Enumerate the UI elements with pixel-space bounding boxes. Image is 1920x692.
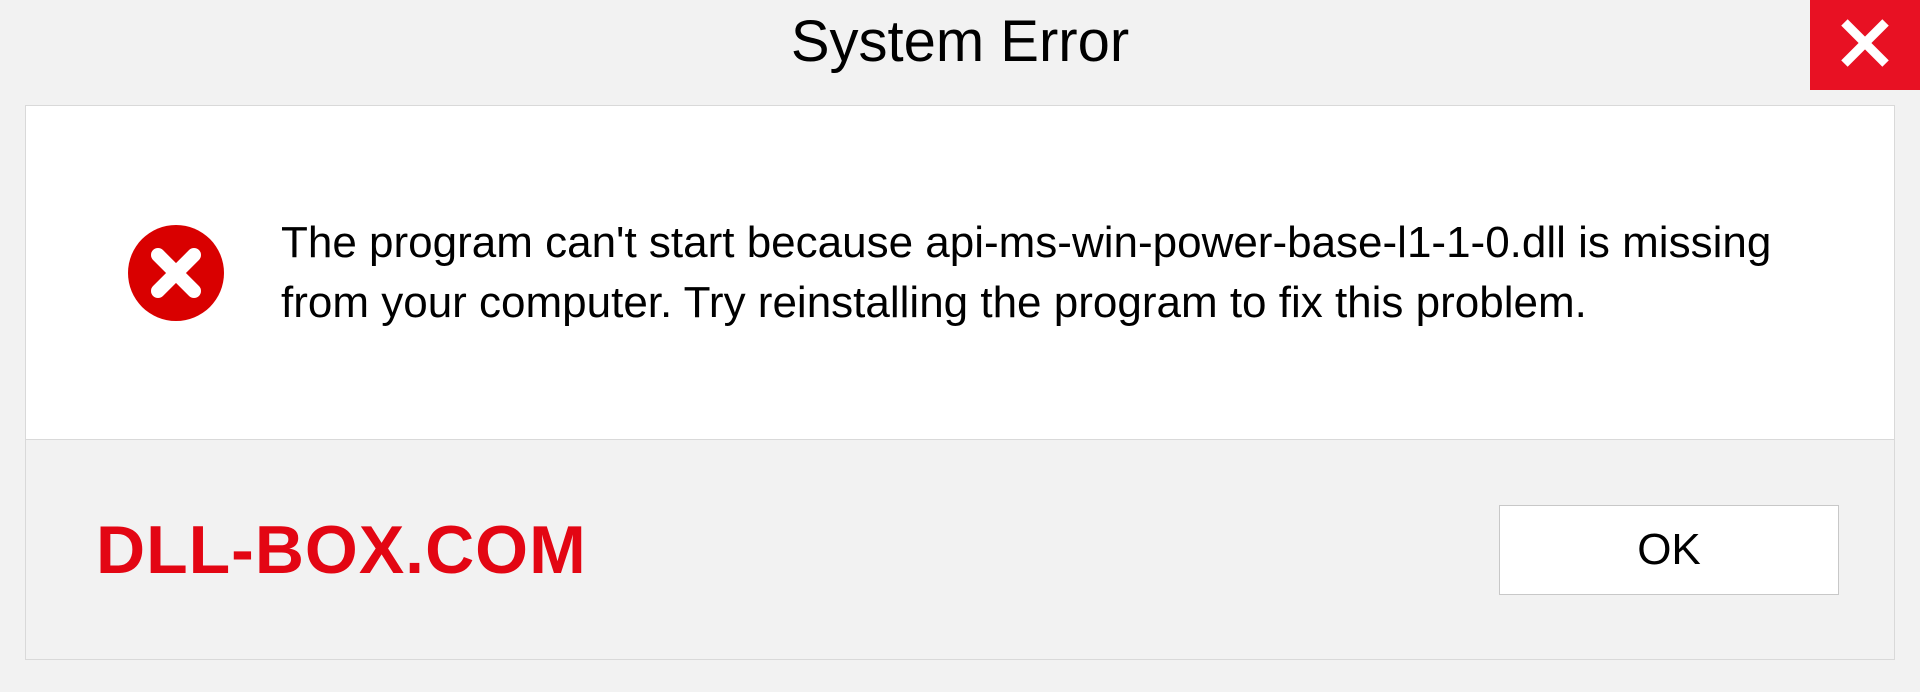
error-message: The program can't start because api-ms-w… [281,213,1844,332]
dialog-title: System Error [791,8,1129,75]
dialog-footer: DLL-BOX.COM OK [25,440,1895,660]
watermark-text: DLL-BOX.COM [96,511,587,589]
ok-button[interactable]: OK [1499,505,1839,595]
close-icon [1839,17,1891,74]
close-button[interactable] [1810,0,1920,90]
ok-button-label: OK [1637,525,1701,575]
error-icon [126,223,226,323]
dialog-body: The program can't start because api-ms-w… [25,105,1895,440]
titlebar: System Error [0,0,1920,105]
